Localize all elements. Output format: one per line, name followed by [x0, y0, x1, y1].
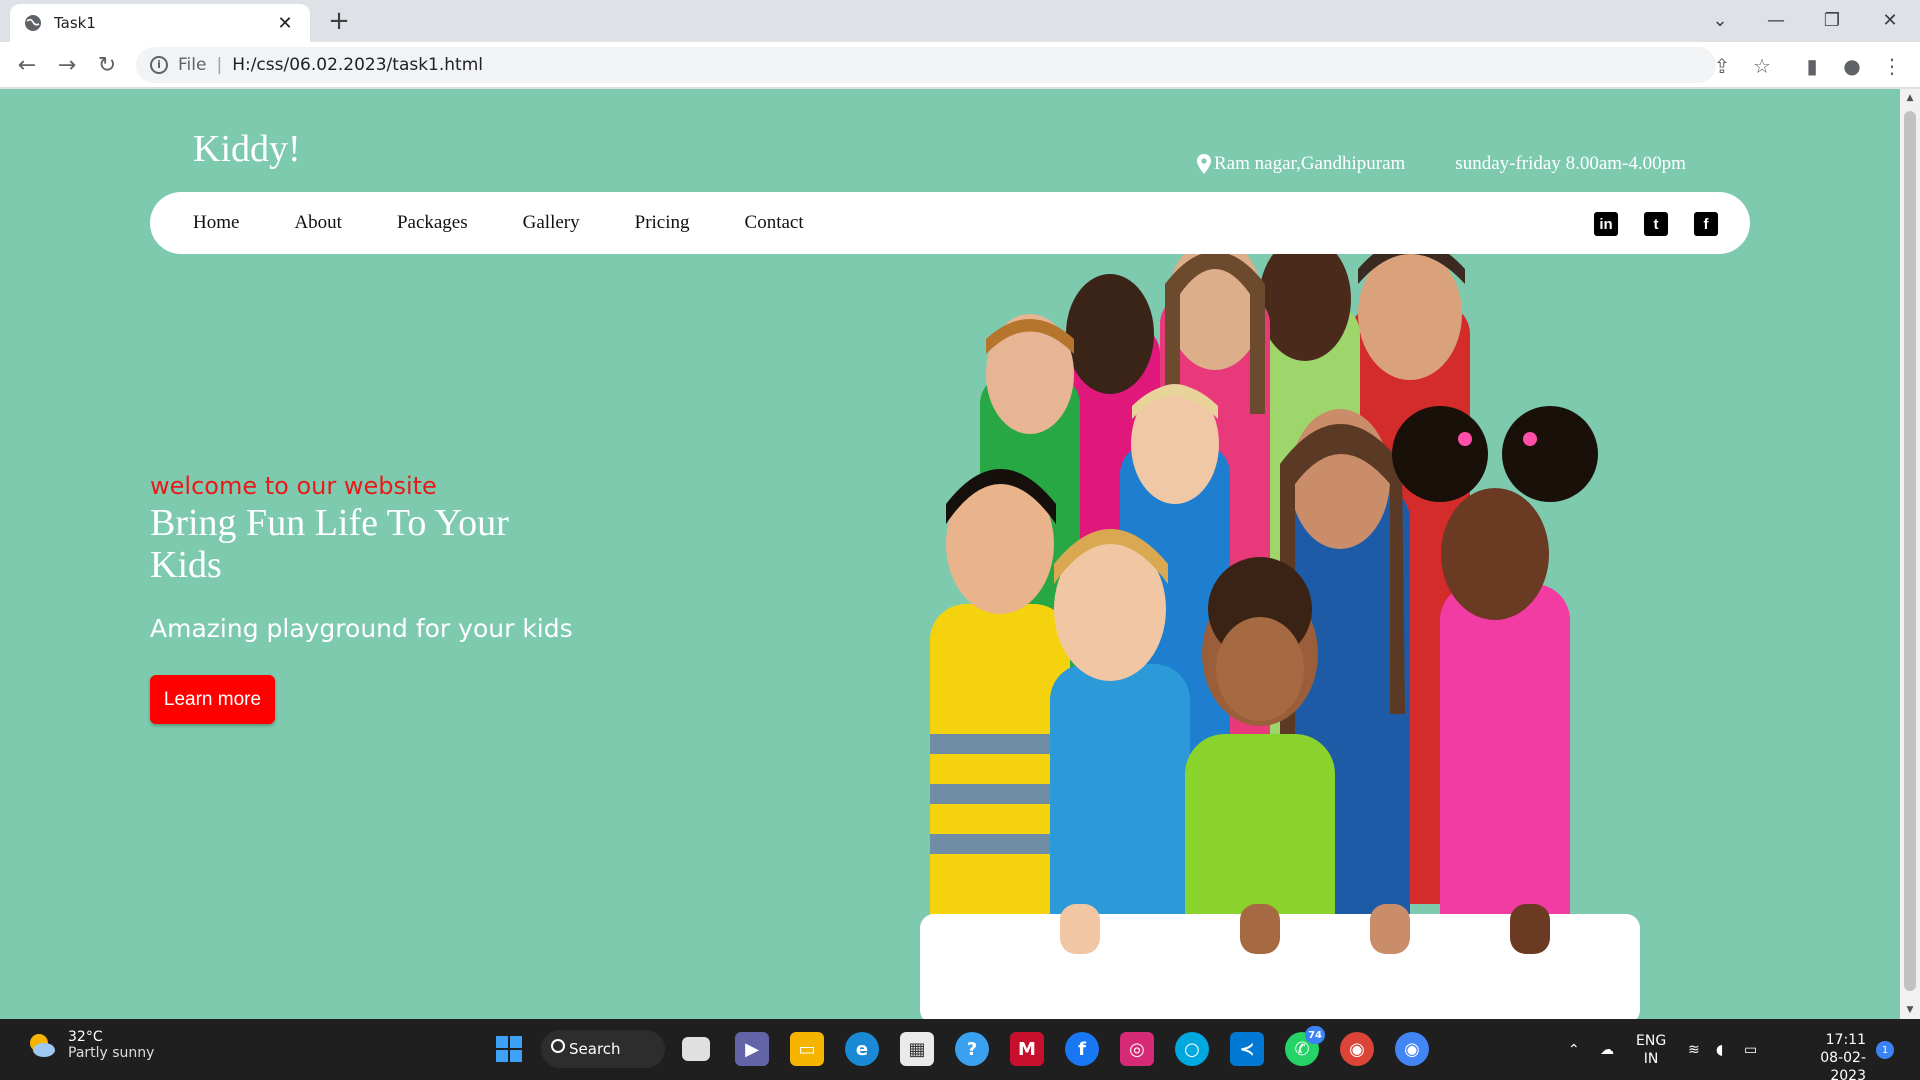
help-icon[interactable]: ? [955, 1032, 989, 1066]
language-indicator[interactable]: ENG IN [1636, 1019, 1666, 1080]
back-button[interactable]: ← [12, 50, 42, 80]
scheme-label: File [178, 55, 207, 75]
share-icon[interactable]: ⇪ [1710, 54, 1734, 78]
page-viewport: Kiddy! Ram nagar,Gandhipuram sunday-frid… [0, 89, 1900, 1019]
instagram-icon[interactable]: ◎ [1120, 1032, 1154, 1066]
linkedin-icon[interactable]: in [1594, 212, 1618, 236]
mcafee-icon[interactable]: M [1010, 1032, 1044, 1066]
facebook-icon[interactable]: f [1694, 212, 1718, 236]
minimize-button[interactable]: — [1748, 0, 1804, 40]
url-separator: | [216, 55, 223, 75]
bookmark-star-icon[interactable]: ☆ [1750, 54, 1774, 78]
learn-more-button[interactable]: Learn more [150, 675, 275, 724]
address-bar[interactable]: i File | H:/css/06.02.2023/task1.html [136, 47, 1716, 83]
notification-badge[interactable]: 1 [1876, 1041, 1894, 1059]
nav-link-about[interactable]: About [294, 212, 342, 234]
tab-strip: Task1 ✕ + ⌄ — ❐ ✕ [0, 0, 1920, 42]
menu-kebab-icon[interactable]: ⋮ [1880, 54, 1904, 78]
task-view-icon[interactable] [682, 1037, 710, 1061]
tab-search-chevron-icon[interactable]: ⌄ [1692, 0, 1748, 40]
close-window-button[interactable]: ✕ [1862, 0, 1918, 40]
social-links: in t f [1594, 212, 1718, 236]
tab-title: Task1 [54, 14, 96, 32]
location-pin-icon [1197, 154, 1211, 174]
volume-icon[interactable]: ◖ [1716, 1019, 1723, 1080]
whatsapp-badge: 74 [1305, 1026, 1325, 1044]
nav-link-pricing[interactable]: Pricing [635, 212, 690, 234]
reload-button[interactable]: ↻ [92, 50, 122, 80]
windows-taskbar: 32°C Partly sunny Search ▶ ▭ e ▦ ? M f ◎… [0, 1019, 1920, 1080]
opening-hours-text: sunday-friday 8.00am-4.00pm [1455, 153, 1686, 174]
language-code: ENG [1636, 1032, 1667, 1049]
main-navbar: Home About Packages Gallery Pricing Cont… [150, 192, 1750, 254]
vscode-icon[interactable]: ≺ [1230, 1032, 1264, 1066]
twitter-icon[interactable]: t [1644, 212, 1668, 236]
search-label: Search [569, 1040, 621, 1058]
weather-widget[interactable]: 32°C Partly sunny [26, 1029, 154, 1061]
system-clock[interactable]: 17:11 08-02-2023 [1786, 1031, 1866, 1080]
onedrive-icon[interactable]: ☁ [1600, 1019, 1614, 1080]
new-tab-button[interactable]: + [324, 6, 354, 36]
nav-link-packages[interactable]: Packages [397, 212, 468, 234]
region-code: IN [1643, 1050, 1659, 1067]
page-scrollbar[interactable]: ▲ ▼ [1900, 89, 1920, 1019]
facebook-app-icon[interactable]: f [1065, 1032, 1099, 1066]
close-tab-icon[interactable]: ✕ [274, 13, 296, 34]
contact-info-bar: Ram nagar,Gandhipuram sunday-friday 8.00… [1196, 153, 1686, 175]
scroll-down-arrow-icon[interactable]: ▼ [1900, 1001, 1920, 1019]
windows-start-icon[interactable] [492, 1032, 526, 1066]
search-icon [551, 1039, 565, 1053]
scroll-up-arrow-icon[interactable]: ▲ [1900, 89, 1920, 107]
site-info-icon[interactable]: i [150, 56, 168, 74]
hero-subtitle: Amazing playground for your kids [150, 614, 573, 643]
restore-button[interactable]: ❐ [1804, 0, 1860, 40]
wifi-icon[interactable]: ≋ [1688, 1019, 1700, 1080]
globe-icon [25, 15, 41, 31]
nav-link-gallery[interactable]: Gallery [523, 212, 580, 234]
weather-description: Partly sunny [68, 1045, 155, 1061]
chrome-icon[interactable]: ◉ [1395, 1032, 1429, 1066]
tray-chevron-icon[interactable]: ⌃ [1568, 1019, 1580, 1080]
profile-avatar-icon[interactable]: ● [1840, 54, 1864, 78]
site-logo[interactable]: Kiddy! [193, 127, 301, 171]
microsoft-store-icon[interactable]: ▦ [900, 1032, 934, 1066]
taskbar-search[interactable]: Search [541, 1030, 665, 1068]
side-panel-icon[interactable]: ▮ [1800, 54, 1824, 78]
battery-icon[interactable]: ▭ [1744, 1019, 1757, 1080]
teams-chat-icon[interactable]: ▶ [735, 1032, 769, 1066]
cortana-icon[interactable]: ○ [1175, 1032, 1209, 1066]
file-explorer-icon[interactable]: ▭ [790, 1032, 824, 1066]
edge-browser-icon[interactable]: e [845, 1032, 879, 1066]
weather-temperature: 32°C [68, 1029, 103, 1045]
nav-link-contact[interactable]: Contact [745, 212, 804, 234]
hero-title: Bring Fun Life To Your Kids [150, 502, 509, 586]
nav-links: Home About Packages Gallery Pricing Cont… [193, 212, 859, 234]
nav-link-home[interactable]: Home [193, 212, 239, 234]
whatsapp-icon[interactable]: ✆ 74 [1285, 1026, 1325, 1066]
partly-sunny-icon [30, 1034, 55, 1057]
chrome-profile-icon[interactable]: ◉ [1340, 1032, 1374, 1066]
children-group-photo [920, 237, 1640, 1019]
browser-tab[interactable]: Task1 ✕ [10, 4, 310, 42]
scroll-thumb[interactable] [1904, 111, 1916, 991]
clock-date: 08-02-2023 [1820, 1050, 1866, 1080]
clock-time: 17:11 [1825, 1032, 1866, 1048]
forward-button[interactable]: → [52, 50, 82, 80]
url-text[interactable]: H:/css/06.02.2023/task1.html [232, 55, 483, 75]
location-text: Ram nagar,Gandhipuram [1214, 153, 1406, 174]
browser-toolbar: ← → ↻ i File | H:/css/06.02.2023/task1.h… [0, 42, 1920, 88]
hero-eyebrow: welcome to our website [150, 472, 437, 500]
